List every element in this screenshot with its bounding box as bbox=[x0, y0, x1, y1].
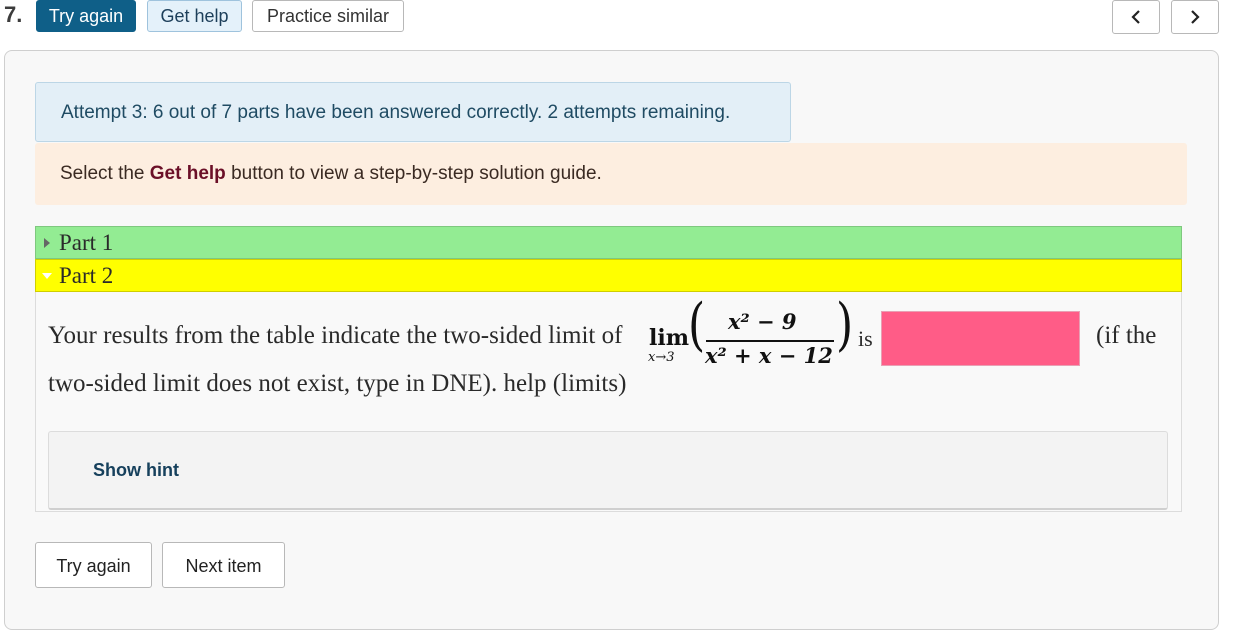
next-item-button[interactable]: Next item bbox=[162, 542, 285, 588]
right-parenthesis: ) bbox=[836, 292, 854, 359]
hint-box bbox=[48, 431, 1168, 510]
help-alert-bold: Get help bbox=[149, 163, 226, 184]
question-text-after: (if the bbox=[1096, 322, 1157, 349]
attempt-status-alert: Attempt 3: 6 out of 7 parts have been an… bbox=[35, 82, 791, 142]
question-text-line2-prefix: two-sided limit does not exist, type in … bbox=[48, 370, 504, 397]
question-number: 7. bbox=[4, 2, 23, 27]
get-help-button[interactable]: Get help bbox=[147, 0, 242, 32]
is-word: is bbox=[858, 326, 873, 351]
chevron-right-icon bbox=[1191, 10, 1200, 24]
part-1-header[interactable]: Part 1 bbox=[35, 226, 1182, 259]
limit-operator: lim bbox=[649, 325, 689, 351]
answer-input[interactable] bbox=[881, 311, 1080, 366]
previous-question-button[interactable] bbox=[1112, 0, 1160, 34]
show-hint-button[interactable]: Show hint bbox=[93, 460, 179, 481]
left-parenthesis: ( bbox=[688, 292, 706, 359]
help-limits-link[interactable]: help (limits) bbox=[504, 370, 627, 397]
help-alert-suffix: button to view a step-by-step solution g… bbox=[225, 163, 602, 184]
chevron-left-icon bbox=[1131, 10, 1140, 24]
collapse-triangle-icon bbox=[42, 273, 52, 279]
try-again-bottom-button[interactable]: Try again bbox=[35, 542, 152, 588]
fraction-denominator: x² + x − 12 bbox=[705, 343, 833, 368]
expand-triangle-icon bbox=[44, 238, 50, 248]
fraction-numerator: x² − 9 bbox=[728, 309, 797, 334]
try-again-button[interactable]: Try again bbox=[36, 0, 136, 32]
part-1-label: Part 1 bbox=[59, 230, 114, 255]
question-text-line2: two-sided limit does not exist, type in … bbox=[48, 370, 626, 398]
next-question-button[interactable] bbox=[1171, 0, 1219, 34]
limit-subscript: x→3 bbox=[648, 350, 675, 365]
part-2-label: Part 2 bbox=[59, 263, 114, 288]
get-help-alert: Select the Get help button to view a ste… bbox=[35, 143, 1187, 205]
question-text-line1: Your results from the table indicate the… bbox=[48, 322, 623, 349]
fraction-bar bbox=[706, 340, 834, 342]
help-alert-prefix: Select the bbox=[60, 163, 150, 184]
practice-similar-button[interactable]: Practice similar bbox=[252, 0, 404, 32]
part-2-header[interactable]: Part 2 bbox=[35, 259, 1182, 292]
